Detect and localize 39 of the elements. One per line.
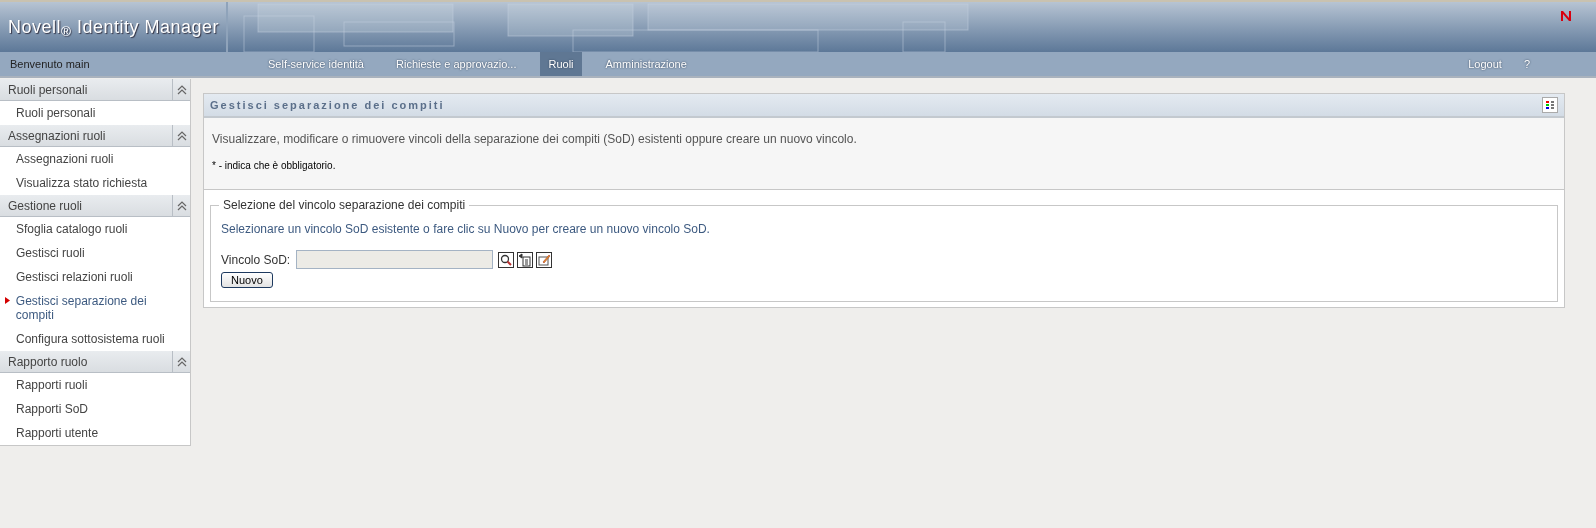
sidebar-link[interactable]: Gestisci separazione dei compiti bbox=[15, 294, 186, 322]
required-note: * - indica che è obbligatorio. bbox=[212, 159, 337, 173]
description-text: Visualizzare, modificare o rimuovere vincoli della separazione dei compiti (SoD) esistenti oppure creare un nuovo vincolo. bbox=[212, 131, 858, 148]
section-title: Ruoli personali bbox=[7, 81, 89, 99]
sidebar-link[interactable]: Rapporti ruoli bbox=[16, 378, 88, 392]
welcome-text: Benvenuto main bbox=[10, 56, 91, 72]
section-header[interactable]: Rapporto ruolo bbox=[0, 351, 190, 373]
panel-title: Gestisci separazione dei compiti bbox=[210, 97, 446, 113]
collapse-icon[interactable] bbox=[176, 84, 187, 95]
section-header[interactable]: Ruoli personali bbox=[0, 79, 190, 101]
history-list-icon[interactable] bbox=[517, 251, 534, 268]
sidebar-link[interactable]: Rapporti utente bbox=[16, 426, 99, 440]
section-header[interactable]: Assegnazioni ruoli bbox=[0, 125, 190, 147]
logo-icon bbox=[1560, 10, 1572, 22]
section-title: Gestione ruoli bbox=[7, 197, 84, 215]
sidebar-link[interactable]: Visualizza stato richiesta bbox=[16, 176, 148, 190]
collapse-icon[interactable] bbox=[176, 356, 187, 367]
sidebar-link[interactable]: Assegnazioni ruoli bbox=[16, 152, 114, 166]
sidebar-link[interactable]: Gestisci ruoli bbox=[16, 246, 85, 260]
sidebar-link[interactable]: Gestisci relazioni ruoli bbox=[16, 270, 133, 284]
search-icon[interactable] bbox=[498, 251, 515, 268]
sidebar-link[interactable]: Rapporti SoD bbox=[16, 402, 89, 416]
sidebar-link[interactable]: Ruoli personali bbox=[16, 106, 96, 120]
section-title: Rapporto ruolo bbox=[7, 353, 89, 371]
grid-menu-icon[interactable] bbox=[1542, 97, 1558, 113]
sidebar-link[interactable]: Sfoglia catalogo ruoli bbox=[16, 222, 128, 236]
collapse-icon[interactable] bbox=[176, 200, 187, 211]
group-legend: Selezione del vincolo separazione dei compiti bbox=[219, 196, 470, 214]
constraint-field[interactable] bbox=[296, 250, 494, 269]
collapse-icon[interactable] bbox=[176, 130, 187, 141]
field-label: Vincolo SoD: bbox=[221, 251, 291, 269]
new-button[interactable]: Nuovo bbox=[221, 272, 273, 288]
section-header[interactable]: Gestione ruoli bbox=[0, 195, 190, 217]
app-title: Novell$_{®}$ Identity Manager bbox=[8, 15, 220, 41]
nav-tab[interactable]: Ruoli bbox=[540, 52, 582, 76]
sidebar-link[interactable]: Configura sottosistema ruoli bbox=[16, 332, 165, 346]
hint-text: Selezionare un vincolo SoD esistente o fare clic su Nuovo per creare un nuovo vincolo SoD. bbox=[221, 221, 711, 238]
edit-icon[interactable] bbox=[536, 251, 553, 268]
section-title: Assegnazioni ruoli bbox=[7, 127, 107, 145]
